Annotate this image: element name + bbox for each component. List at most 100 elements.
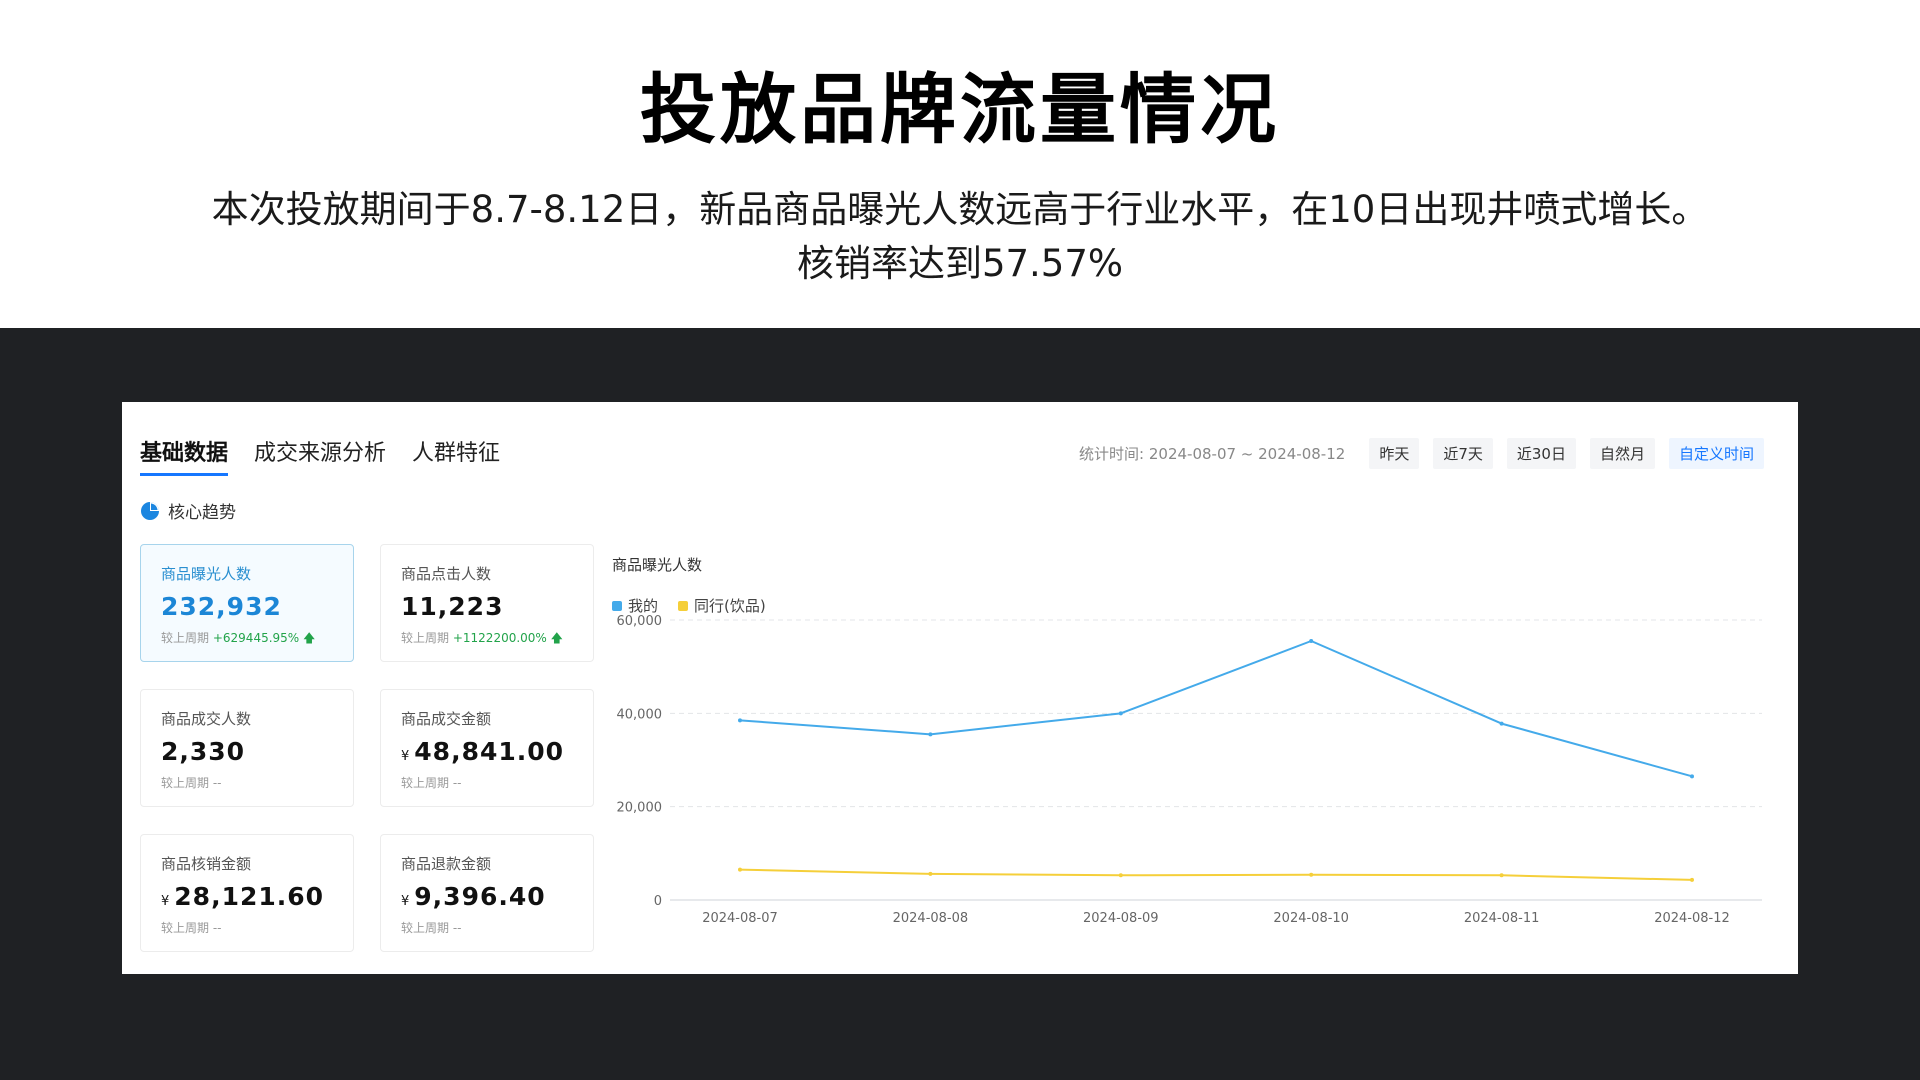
data-point-mine — [1499, 721, 1504, 726]
metric-label: 商品退款金额 — [401, 855, 492, 873]
slide-description: 本次投放期间于8.7-8.12日，新品商品曝光人数远高于行业水平，在10日出现井… — [0, 183, 1920, 291]
metric-compare: 较上周期 -- — [161, 774, 353, 791]
arrow-up-icon: 🡅 — [303, 631, 316, 645]
metric-label: 商品成交人数 — [161, 710, 252, 728]
x-tick-label: 2024-08-11 — [1464, 911, 1540, 926]
compare-prefix: 较上周期 — [401, 631, 450, 645]
data-point-peer — [738, 867, 742, 872]
legend-label: 同行(饮品) — [694, 597, 766, 615]
period-custom-button[interactable]: 自定义时间 — [1668, 438, 1764, 469]
metric-compare: 较上周期 -- — [401, 919, 593, 936]
metric-number: 28,121.60 — [174, 882, 325, 911]
x-tick-label: 2024-08-07 — [702, 911, 778, 926]
metric-compare: 较上周期 +629445.95% 🡅 — [161, 629, 353, 650]
metric-number: 232,932 — [161, 592, 282, 621]
compare-prefix: 较上周期 — [161, 921, 210, 935]
slide-description-line-1: 本次投放期间于8.7-8.12日，新品商品曝光人数远高于行业水平，在10日出现井… — [211, 188, 1709, 231]
legend-swatch-mine — [612, 600, 622, 611]
y-tick-label: 20,000 — [617, 801, 663, 816]
metric-card-gmv[interactable]: 商品成交金额 ¥48,841.00 较上周期 -- — [380, 689, 594, 807]
compare-prefix: 较上周期 — [401, 921, 450, 935]
period-7-days-button[interactable]: 近7天 — [1433, 438, 1493, 469]
data-point-mine — [1690, 774, 1694, 779]
metric-label: 商品成交金额 — [401, 710, 492, 728]
metric-value: 11,223 — [401, 592, 593, 621]
chart-legend: 我的 同行(饮品) — [612, 595, 766, 616]
data-point-peer — [1118, 873, 1123, 878]
series-line-peer — [739, 868, 1693, 881]
metric-delta: -- — [212, 776, 222, 790]
y-tick-label: 60,000 — [617, 614, 663, 629]
legend-item-peer[interactable]: 同行(饮品) — [678, 595, 766, 616]
arrow-up-icon: 🡅 — [550, 631, 563, 645]
data-point-mine — [1118, 711, 1123, 716]
metric-label: 商品曝光人数 — [161, 565, 252, 583]
tab-basic-data[interactable]: 基础数据 — [140, 435, 229, 476]
data-point-peer — [1309, 872, 1314, 877]
pie-chart-icon — [141, 501, 159, 520]
compare-prefix: 较上周期 — [401, 776, 450, 790]
metric-number: 2,330 — [161, 737, 246, 766]
metric-value: ¥28,121.60 — [161, 882, 353, 911]
period-selector: 统计时间: 2024-08-07 ~ 2024-08-12 昨天 近7天 近30… — [1079, 438, 1764, 469]
x-tick-label: 2024-08-08 — [893, 911, 969, 926]
currency-symbol: ¥ — [401, 749, 411, 764]
legend-label: 我的 — [628, 597, 659, 615]
legend-swatch-peer — [678, 600, 689, 611]
metric-card-refund[interactable]: 商品退款金额 ¥9,396.40 较上周期 -- — [380, 834, 594, 952]
chart-title: 商品曝光人数 — [612, 556, 703, 574]
currency-symbol: ¥ — [161, 894, 171, 909]
data-point-mine — [928, 732, 933, 737]
period-30-days-button[interactable]: 近30日 — [1506, 438, 1576, 469]
period-month-button[interactable]: 自然月 — [1589, 438, 1655, 469]
metric-card-redeemed[interactable]: 商品核销金额 ¥28,121.60 较上周期 -- — [140, 834, 354, 952]
metric-card-clicks[interactable]: 商品点击人数 11,223 较上周期 +1122200.00% 🡅 — [380, 544, 594, 662]
metric-compare: 较上周期 +1122200.00% 🡅 — [401, 629, 593, 650]
metric-label: 商品核销金额 — [161, 855, 252, 873]
metric-delta: -- — [452, 921, 462, 935]
tab-transaction-source[interactable]: 成交来源分析 — [254, 435, 386, 476]
metric-delta: +629445.95% — [212, 631, 300, 645]
metric-value: ¥48,841.00 — [401, 737, 593, 766]
section-header: 核心趋势 — [140, 498, 236, 523]
metric-delta: -- — [212, 921, 222, 935]
y-tick-label: 0 — [654, 894, 662, 909]
tab-audience-features[interactable]: 人群特征 — [412, 435, 500, 476]
data-point-peer — [928, 871, 933, 876]
metric-value: 232,932 — [161, 592, 353, 621]
tab-bar: 基础数据 成交来源分析 人群特征 — [140, 435, 500, 476]
currency-symbol: ¥ — [401, 894, 411, 909]
period-yesterday-button[interactable]: 昨天 — [1369, 438, 1420, 469]
line-chart: 商品曝光人数 我的 同行(饮品) 0 20,000 40,000 60,000 2024… — [612, 550, 1782, 960]
metric-card-buyers[interactable]: 商品成交人数 2,330 较上周期 -- — [140, 689, 354, 807]
compare-prefix: 较上周期 — [161, 631, 210, 645]
metric-number: 9,396.40 — [414, 882, 546, 911]
x-tick-label: 2024-08-09 — [1083, 911, 1159, 926]
stat-period-label: 统计时间: 2024-08-07 ~ 2024-08-12 — [1079, 445, 1346, 463]
metric-number: 48,841.00 — [414, 737, 565, 766]
metric-value: 2,330 — [161, 737, 353, 766]
metric-card-exposure[interactable]: 商品曝光人数 232,932 较上周期 +629445.95% 🡅 — [140, 544, 354, 662]
data-point-peer — [1690, 877, 1694, 882]
metric-compare: 较上周期 -- — [161, 919, 353, 936]
slide-description-line-2: 核销率达到57.57% — [796, 242, 1124, 285]
data-point-mine — [738, 718, 742, 723]
legend-item-mine[interactable]: 我的 — [612, 595, 658, 616]
x-tick-label: 2024-08-10 — [1273, 911, 1349, 926]
data-point-peer — [1499, 873, 1504, 878]
metric-value: ¥9,396.40 — [401, 882, 593, 911]
metric-number: 11,223 — [401, 592, 504, 621]
metric-label: 商品点击人数 — [401, 565, 492, 583]
slide-title: 投放品牌流量情况 — [640, 65, 1280, 154]
series-line-mine — [739, 640, 1693, 778]
section-title: 核心趋势 — [168, 503, 236, 523]
x-tick-label: 2024-08-12 — [1654, 911, 1730, 926]
dashboard-panel: 基础数据 成交来源分析 人群特征 统计时间: 2024-08-07 ~ 2024… — [122, 402, 1798, 974]
data-point-mine — [1309, 639, 1314, 643]
compare-prefix: 较上周期 — [161, 776, 210, 790]
metric-delta: -- — [452, 776, 462, 790]
metric-delta: +1122200.00% — [452, 631, 547, 645]
y-tick-label: 40,000 — [617, 707, 663, 722]
metric-compare: 较上周期 -- — [401, 774, 593, 791]
chart-plot: 0 20,000 40,000 60,000 2024-08-07 2024-08-08 2… — [617, 614, 1762, 926]
